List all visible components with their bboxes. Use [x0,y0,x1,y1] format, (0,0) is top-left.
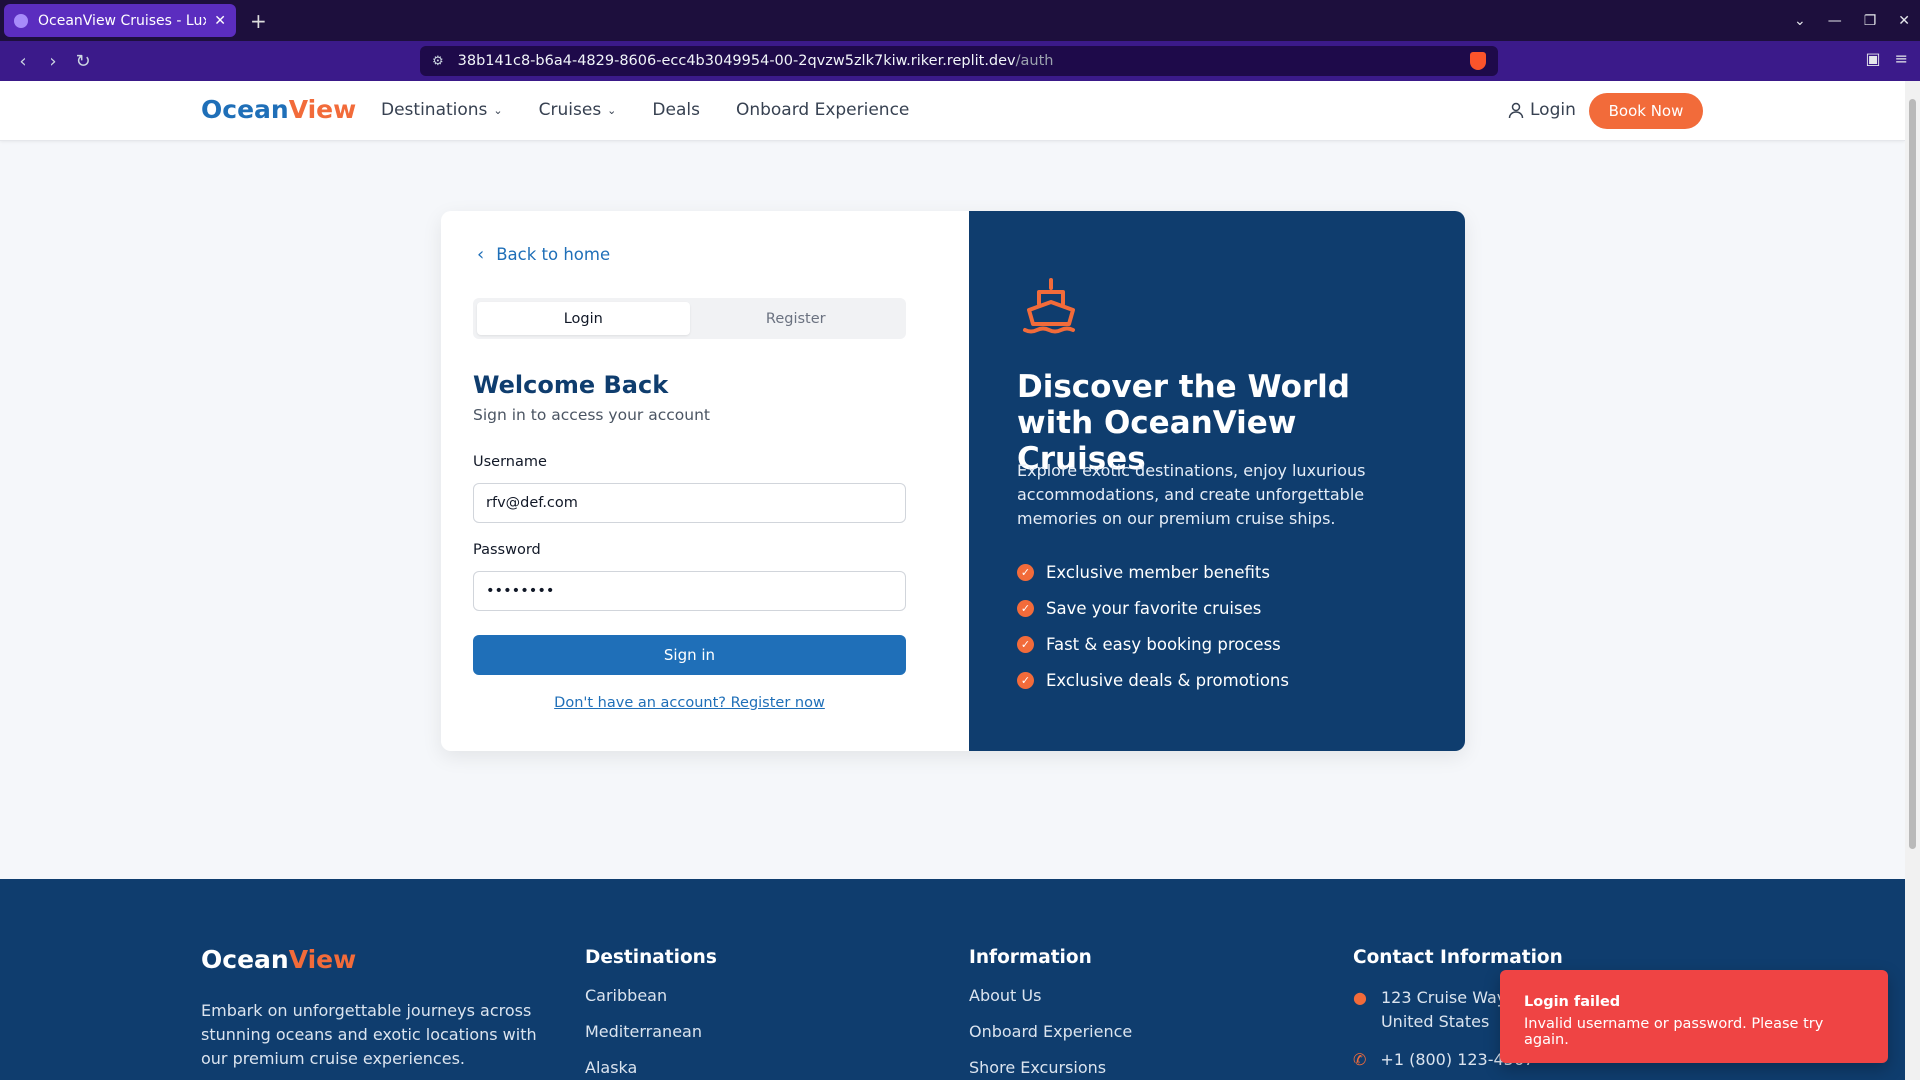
close-window-icon[interactable]: ✕ [1898,13,1910,29]
tab-register[interactable]: Register [690,302,903,335]
window-controls: ⌄ — ❐ ✕ [1794,0,1910,41]
url-field[interactable]: ⚙ 38b141c8-b6a4-4829-8606-ecc4b3049954-0… [420,46,1498,76]
footer-heading: Information [969,947,1092,968]
forward-arrow-icon[interactable]: › [38,51,68,72]
address-bar-row: ‹ › ↻ ⚙ 38b141c8-b6a4-4829-8606-ecc4b304… [0,41,1920,81]
footer-heading: Contact Information [1353,947,1563,968]
browser-tab[interactable]: OceanView Cruises - Luxury ✕ [4,4,236,37]
globe-icon [14,13,28,28]
main-nav: Destinations ⌄ Cruises ⌄ Deals Onboard Exp… [381,100,909,120]
footer-link-about[interactable]: About Us [969,986,1132,1022]
chevron-down-icon: ⌄ [607,103,617,117]
back-arrow-icon[interactable]: ‹ [8,51,38,72]
password-field[interactable] [473,571,906,611]
url-host: 38b141c8-b6a4-4829-8606-ecc4b3049954-00-… [457,53,1016,69]
error-toast[interactable]: Login failed Invalid username or passwor… [1500,970,1888,1063]
chevron-left-icon: ‹ [477,244,485,265]
page-subtitle: Sign in to access your account [473,406,710,424]
footer-logo[interactable]: OceanView [201,945,356,974]
chevron-down-icon: ⌄ [493,103,503,117]
check-circle-icon: ✓ [1017,599,1034,617]
register-link[interactable]: Don't have an account? Register now [441,695,938,711]
footer-description: Embark on unforgettable journeys across … [201,1001,537,1068]
list-item: ✓ Exclusive member benefits [1017,554,1289,590]
list-item: ✓ Save your favorite cruises [1017,590,1289,626]
wallet-icon[interactable]: ▣ [1865,49,1880,68]
username-label: Username [473,454,547,470]
tab-title: OceanView Cruises - Luxury [38,12,206,29]
minimize-icon[interactable]: — [1828,13,1842,29]
auth-card: ‹ Back to home Login Register Welcome Ba… [441,211,1465,751]
tab-list-chevron-icon[interactable]: ⌄ [1794,13,1806,29]
footer-link-caribbean[interactable]: Caribbean [585,986,717,1022]
promo-description: Explore exotic destinations, enjoy luxur… [1017,461,1366,528]
toast-message: Invalid username or password. Please try… [1524,1016,1824,1048]
nav-destinations[interactable]: Destinations ⌄ [381,100,503,120]
list-item: ✓ Exclusive deals & promotions [1017,662,1289,698]
username-field[interactable] [473,483,906,523]
nav-deals[interactable]: Deals [652,100,700,120]
check-circle-icon: ✓ [1017,563,1034,581]
list-item: ✓ Fast & easy booking process [1017,626,1289,662]
login-panel: ‹ Back to home Login Register Welcome Ba… [441,211,969,751]
reload-icon[interactable]: ↻ [68,51,98,72]
footer-information: Information About Us Onboard Experience … [969,947,1132,1080]
back-to-home-link[interactable]: ‹ Back to home [477,244,610,265]
footer-heading: Destinations [585,947,717,968]
page-title: Welcome Back [473,371,669,399]
ship-icon [1023,278,1075,334]
check-circle-icon: ✓ [1017,635,1034,653]
url-path: /auth [1015,53,1054,69]
browser-tab-bar: OceanView Cruises - Luxury ✕ + ⌄ — ❐ ✕ [0,0,1920,41]
user-icon [1508,102,1524,118]
auth-tabs: Login Register [473,298,906,339]
tab-login[interactable]: Login [477,302,690,335]
password-label: Password [473,542,541,558]
footer-link-excursions[interactable]: Shore Excursions [969,1058,1132,1080]
footer-destinations: Destinations Caribbean Mediterranean Ala… [585,947,717,1080]
site-logo[interactable]: OceanView [201,95,356,124]
promo-panel: Discover the World with OceanView Cruise… [969,211,1465,751]
page-scrollbar[interactable] [1905,81,1920,1080]
menu-icon[interactable]: ≡ [1895,49,1908,68]
site-header: OceanView Destinations ⌄ Cruises ⌄ Deals O… [0,81,1905,141]
book-now-button[interactable]: Book Now [1589,93,1703,129]
toast-title: Login failed [1524,994,1621,1010]
footer-link-mediterranean[interactable]: Mediterranean [585,1022,717,1058]
nav-cruises[interactable]: Cruises ⌄ [539,100,617,120]
footer-link-alaska[interactable]: Alaska [585,1058,717,1080]
restore-icon[interactable]: ❐ [1864,13,1877,29]
new-tab-icon[interactable]: + [250,9,267,33]
sign-in-button[interactable]: Sign in [473,635,906,675]
map-pin-icon: ● [1353,988,1367,1007]
check-circle-icon: ✓ [1017,671,1034,689]
phone-icon: ✆ [1353,1050,1367,1069]
footer-link-onboard[interactable]: Onboard Experience [969,1022,1132,1058]
brave-shield-icon[interactable] [1470,52,1486,70]
nav-onboard-experience[interactable]: Onboard Experience [736,100,909,120]
close-tab-icon[interactable]: ✕ [214,13,226,29]
header-login-link[interactable]: Login [1508,100,1576,120]
benefits-list: ✓ Exclusive member benefits ✓ Save your fa… [1017,554,1289,698]
site-settings-icon[interactable]: ⚙ [432,54,444,69]
scrollbar-thumb[interactable] [1909,99,1916,849]
